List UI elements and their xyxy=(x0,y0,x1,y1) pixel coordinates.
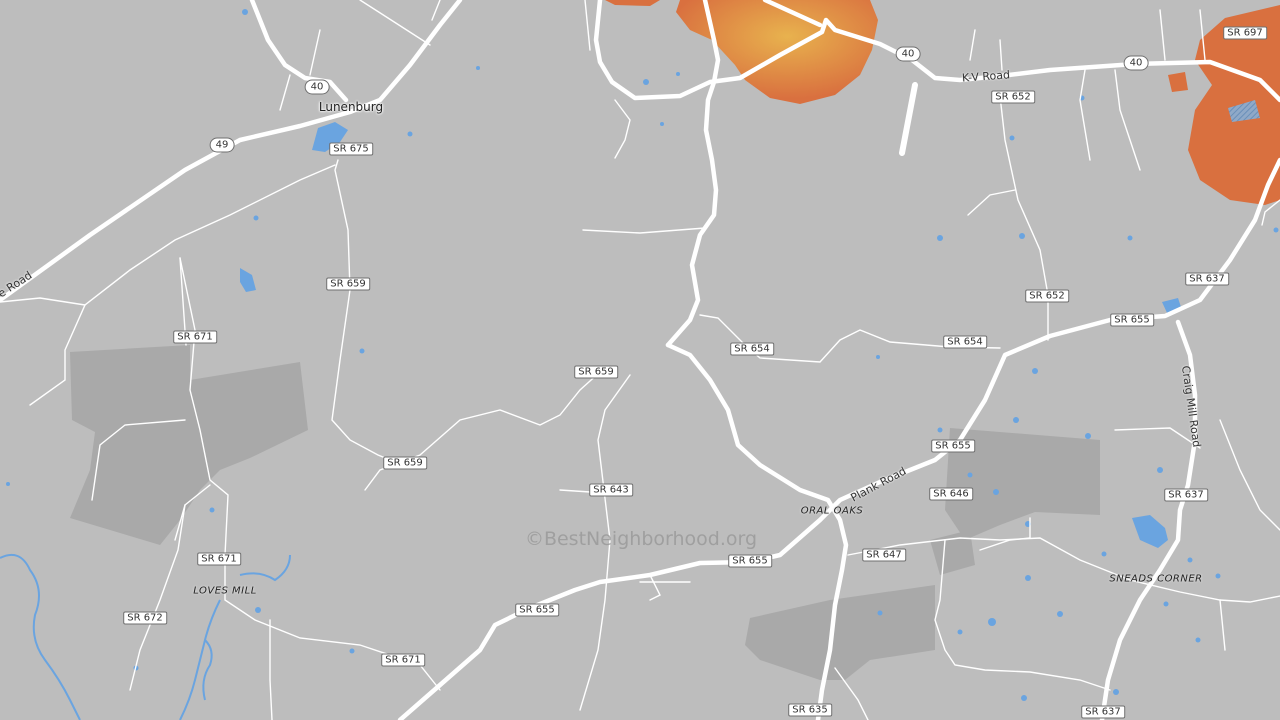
route-label-sr643: SR 643 xyxy=(589,483,633,497)
route-label-sr652: SR 652 xyxy=(1025,289,1069,303)
route-shield-40: 40 xyxy=(304,79,330,95)
route-label-sr635: SR 635 xyxy=(788,703,832,717)
parcel-areas xyxy=(70,345,1100,680)
route-label-sr647: SR 647 xyxy=(862,548,906,562)
route-label-sr655: SR 655 xyxy=(1110,313,1154,327)
route-label-sr672: SR 672 xyxy=(123,611,167,625)
route-label-sr659: SR 659 xyxy=(326,277,370,291)
route-label-sr697: SR 697 xyxy=(1223,26,1267,40)
route-label-sr671: SR 671 xyxy=(173,330,217,344)
minor-roads xyxy=(0,0,1280,720)
route-label-sr671: SR 671 xyxy=(381,653,425,667)
place-label-loves-mill[interactable]: LOVES MILL xyxy=(193,586,257,597)
route-label-sr655: SR 655 xyxy=(515,603,559,617)
map-canvas[interactable]: Lunenburg ORAL OAKS LOVES MILL SNEADS CO… xyxy=(0,0,1280,720)
watermark: ©BestNeighborhood.org xyxy=(524,528,758,550)
route-label-sr652: SR 652 xyxy=(991,90,1035,104)
route-label-sr655: SR 655 xyxy=(931,439,975,453)
route-shield-40: 40 xyxy=(895,46,921,62)
route-shield-49: 49 xyxy=(209,137,235,153)
route-label-sr654: SR 654 xyxy=(730,342,774,356)
town-label-lunenburg[interactable]: Lunenburg xyxy=(319,100,383,114)
route-label-sr659: SR 659 xyxy=(574,365,618,379)
water-bodies xyxy=(6,9,1279,701)
route-label-sr654: SR 654 xyxy=(943,335,987,349)
airstrip xyxy=(899,82,918,156)
route-shield-40: 40 xyxy=(1123,55,1149,71)
place-label-oral-oaks[interactable]: ORAL OAKS xyxy=(801,506,864,517)
route-label-sr637: SR 637 xyxy=(1185,272,1229,286)
route-label-sr637: SR 637 xyxy=(1164,488,1208,502)
route-label-sr675: SR 675 xyxy=(329,142,373,156)
map-layers xyxy=(0,0,1280,720)
route-label-sr659: SR 659 xyxy=(383,456,427,470)
place-label-sneads-corner[interactable]: SNEADS CORNER xyxy=(1109,574,1202,585)
route-label-sr637: SR 637 xyxy=(1081,705,1125,719)
route-label-sr646: SR 646 xyxy=(929,487,973,501)
route-label-sr671: SR 671 xyxy=(197,552,241,566)
route-label-sr655: SR 655 xyxy=(728,554,772,568)
